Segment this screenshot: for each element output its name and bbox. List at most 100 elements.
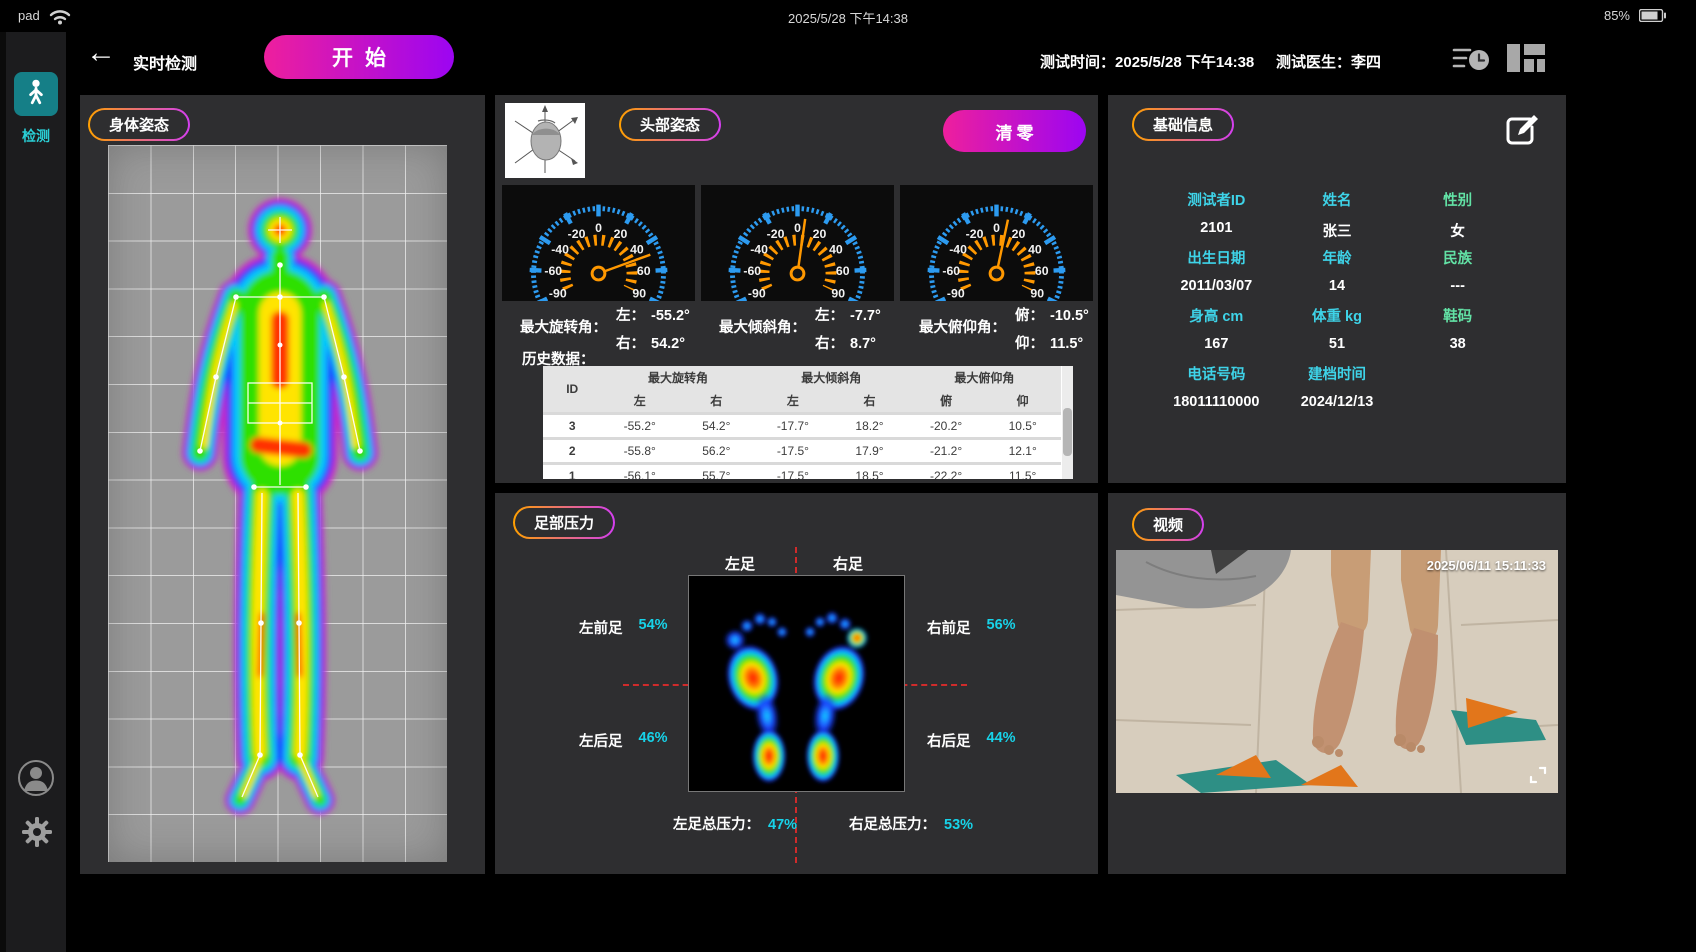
page-title: 实时检测 — [133, 50, 197, 74]
gauge-tick-label: 40 — [829, 242, 843, 256]
history-cell: 10.5° — [984, 414, 1061, 439]
history-cell: 54.2° — [678, 414, 755, 439]
video-timestamp: 2025/06/11 15:11:33 — [1427, 558, 1546, 573]
left-total-value: 47% — [768, 817, 797, 833]
thermal-body-image — [108, 145, 447, 862]
history-cell: 12.1° — [984, 439, 1061, 464]
info-field-value: 2101 — [1156, 220, 1277, 236]
layout-dashboard-icon[interactable] — [1506, 42, 1546, 81]
gauge-tick-label: 60 — [637, 264, 651, 278]
stat-max-pitch: 最大俯仰角： 俯：-10.5° 仰：11.5° — [919, 304, 1095, 353]
history-cell: -21.2° — [908, 439, 985, 464]
history-cell: 18.5° — [831, 464, 908, 480]
history-cell-id: 2 — [543, 439, 601, 464]
info-field-label: 测试者ID — [1156, 189, 1277, 210]
left-rearfoot-value: 46% — [639, 730, 668, 751]
stat-line: 右：8.7° — [815, 332, 887, 353]
sidebar-item-detect[interactable] — [14, 72, 58, 116]
video-title-pill: 视频 — [1132, 508, 1204, 541]
gauge-tick-label: 90 — [632, 286, 646, 300]
start-button[interactable]: 开始 — [264, 35, 454, 79]
gauge-tick-label: 40 — [630, 242, 644, 256]
info-field-value: 38 — [1397, 336, 1518, 352]
clear-button[interactable]: 清零 — [943, 110, 1086, 152]
profile-icon[interactable] — [17, 759, 55, 797]
history-cell: -55.8° — [601, 439, 678, 464]
sub-header: 右 — [678, 389, 755, 414]
gauge-tick-label: 20 — [614, 227, 628, 241]
gauge-tick-label: -60 — [743, 264, 761, 278]
gauge-tick-label: -60 — [544, 264, 562, 278]
video-scene — [1116, 550, 1558, 793]
gauge-tick-label: 20 — [1012, 227, 1026, 241]
gauge-tick-label: 0 — [794, 221, 801, 235]
stat-max-rotation: 最大旋转角： 左：-55.2° 右：54.2° — [520, 304, 696, 353]
history-row: 2-55.8°56.2°-17.5°17.9°-21.2°12.1° — [543, 439, 1061, 464]
foot-totals: 左足总压力：47% 右足总压力：53% — [673, 813, 981, 834]
body-posture-title-pill: 身体姿态 — [88, 108, 190, 141]
battery-percent: 85% — [1604, 8, 1630, 23]
gauge-tick-label: 60 — [836, 264, 850, 278]
sub-header: 右 — [831, 389, 908, 414]
table-scrollbar — [1062, 366, 1073, 479]
head-posture-panel: 头部姿态 清零 -90-60-40-20020406090 -90-60-40-… — [495, 95, 1098, 483]
gauge-pivot — [791, 267, 804, 280]
head-axes-thumbnail — [505, 103, 585, 178]
pitch-gauge: -90-60-40-20020406090 — [900, 185, 1093, 301]
person-icon — [23, 78, 49, 111]
video-title: 视频 — [1134, 510, 1202, 539]
info-field-value: --- — [1397, 278, 1518, 294]
info-field: 测试者ID2101 — [1156, 189, 1277, 231]
left-total-label: 左足总压力： — [673, 817, 760, 833]
table-scrollbar-thumb[interactable] — [1063, 408, 1072, 456]
rotation-gauge: -90-60-40-20020406090 — [502, 185, 695, 301]
col-header-tilt: 最大倾斜角 — [755, 366, 908, 389]
history-records-icon[interactable] — [1452, 45, 1494, 80]
history-row: 1-56.1°55.7°-17.5°18.5°-22.2°11.5° — [543, 464, 1061, 480]
info-field: 年龄14 — [1277, 247, 1398, 289]
info-field-value: 14 — [1277, 278, 1398, 294]
info-field-label: 建档时间 — [1277, 363, 1398, 384]
stat-direction: 右： — [616, 336, 645, 352]
stat-line: 右：54.2° — [616, 332, 696, 353]
info-field-label: 鞋码 — [1397, 305, 1518, 326]
left-forefoot: 左前足54% — [579, 617, 668, 638]
test-doctor: 测试医生：李四 — [1276, 51, 1381, 72]
body-posture-panel: 身体姿态 — [80, 95, 485, 874]
sub-header: 仰 — [984, 389, 1061, 414]
stat-max-tilt: 最大倾斜角： 左：-7.7° 右：8.7° — [719, 304, 887, 353]
edit-icon[interactable] — [1500, 109, 1544, 153]
gauge-tick-label: -40 — [750, 242, 768, 256]
stat-line: 左：-55.2° — [616, 304, 696, 325]
history-cell: 18.2° — [831, 414, 908, 439]
info-field: 建档时间2024/12/13 — [1277, 363, 1398, 405]
basic-info-title-pill: 基础信息 — [1132, 108, 1234, 141]
history-cell: -55.2° — [601, 414, 678, 439]
gauge-tick-label: 90 — [831, 286, 845, 300]
basic-info-grid: 测试者ID2101姓名张三性别女出生日期2011/03/07年龄14民族---身… — [1156, 189, 1518, 405]
col-header-id: ID — [543, 366, 601, 414]
stat-label: 最大倾斜角： — [719, 316, 806, 353]
history-table: ID 最大旋转角 最大倾斜角 最大俯仰角 左 右 左 右 俯 仰 3-55.2°… — [543, 366, 1061, 479]
stat-direction: 右： — [815, 336, 844, 352]
gauge-tick-label: -20 — [767, 227, 785, 241]
settings-gear-icon[interactable] — [20, 815, 54, 849]
info-field: 姓名张三 — [1277, 189, 1398, 231]
pressure-map — [688, 575, 905, 792]
info-field: 体重 kg51 — [1277, 305, 1398, 347]
fullscreen-icon[interactable] — [1528, 765, 1548, 785]
info-field-value: 女 — [1397, 220, 1518, 241]
basic-info-panel: 基础信息 测试者ID2101姓名张三性别女出生日期2011/03/07年龄14民… — [1108, 95, 1566, 483]
history-cell: -20.2° — [908, 414, 985, 439]
left-rearfoot-label: 左后足 — [579, 730, 623, 751]
gauge-tick-label: 40 — [1028, 242, 1042, 256]
right-forefoot-label: 右前足 — [927, 617, 971, 638]
gauge-box: -90-60-40-20020406090 — [502, 185, 695, 301]
gauge-tick-label: -20 — [568, 227, 586, 241]
back-button[interactable]: ← — [86, 38, 116, 68]
left-foot-header: 左足 — [725, 553, 755, 574]
gauge-tick-label: 0 — [595, 221, 602, 235]
right-total-label: 右足总压力： — [849, 817, 936, 833]
info-field-value: 2011/03/07 — [1156, 278, 1277, 294]
stat-label: 最大俯仰角： — [919, 316, 1006, 353]
